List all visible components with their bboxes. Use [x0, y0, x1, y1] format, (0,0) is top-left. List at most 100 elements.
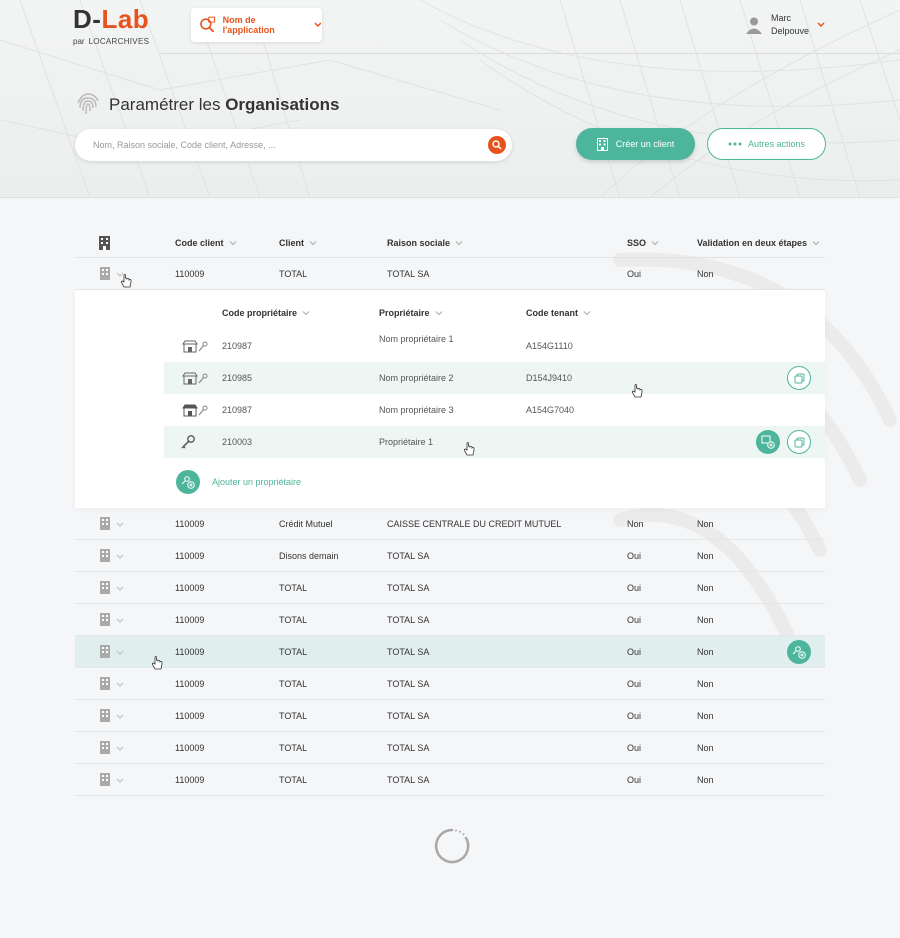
expand-chevron-icon[interactable]	[116, 586, 124, 592]
expand-chevron-icon[interactable]	[116, 682, 124, 688]
cell-raison: TOTAL SA	[387, 742, 430, 753]
sort-chevron-icon	[302, 311, 310, 316]
cell-validation: Non	[697, 774, 714, 785]
cell-client: TOTAL	[279, 678, 308, 689]
cell-client: TOTAL	[279, 614, 308, 625]
owner-code: 210987	[222, 405, 253, 415]
table-row[interactable]: 110009 TOTAL TOTAL SA Oui Non	[75, 636, 825, 670]
cell-sso: Oui	[627, 774, 642, 785]
cell-sso: Oui	[627, 582, 642, 593]
duplicate-button[interactable]	[787, 366, 811, 390]
fingerprint-icon	[77, 93, 99, 115]
building-icon	[596, 137, 608, 151]
user-menu[interactable]: Marc Delpouve	[745, 12, 825, 38]
owner-row[interactable]: 210987 Nom propriétaire 1 A154G1110	[164, 330, 825, 362]
expand-chevron-icon[interactable]	[116, 746, 124, 752]
add-store-button[interactable]	[756, 430, 780, 454]
copy-icon	[794, 437, 804, 447]
building-icon	[100, 773, 110, 786]
search-input[interactable]	[93, 140, 488, 150]
table-row[interactable]: 110009 TOTAL TOTAL SA Oui Non	[75, 732, 825, 764]
search-bar[interactable]	[75, 129, 512, 161]
header-validation-label: Validation en deux étapes	[697, 237, 808, 248]
user-last-name: Delpouve	[771, 26, 810, 36]
app-selector[interactable]: Nom de l'application	[191, 8, 322, 42]
search-button[interactable]	[488, 136, 506, 154]
header-sso-label: SSO	[627, 237, 647, 248]
other-actions-label: Autres actions	[747, 139, 806, 149]
cell-code: 110009	[175, 742, 205, 753]
more-dots-icon	[728, 142, 742, 146]
expand-chevron-icon[interactable]	[116, 618, 124, 624]
cell-sso: Oui	[627, 614, 642, 625]
cell-raison: TOTAL SA	[387, 268, 430, 279]
cell-code: 110009	[175, 646, 205, 657]
sub-header-code-tenant[interactable]: Code tenant	[526, 308, 591, 318]
page-title: Paramétrer les Organisations	[75, 92, 340, 118]
cell-client: TOTAL	[279, 268, 308, 279]
cell-raison: TOTAL SA	[387, 774, 430, 785]
expand-chevron-icon[interactable]	[116, 554, 124, 560]
cell-sso: Oui	[627, 678, 642, 689]
sort-chevron-icon	[229, 240, 236, 245]
building-icon	[100, 709, 110, 722]
key-add-icon	[792, 646, 806, 659]
app-search-icon	[200, 16, 216, 33]
cell-validation: Non	[697, 518, 714, 529]
owner-row[interactable]: 210003 Propriétaire 1	[164, 426, 825, 458]
table-row[interactable]: 110009 TOTAL TOTAL SA Oui Non	[75, 604, 825, 636]
table-row-expanded[interactable]: 110009 TOTAL TOTAL SA Oui Non	[75, 258, 825, 290]
create-client-button[interactable]: Créer un client	[576, 128, 695, 160]
table-row[interactable]: 110009 TOTAL TOTAL SA Oui Non	[75, 700, 825, 732]
building-icon	[100, 677, 110, 690]
owner-row[interactable]: 210985 Nom propriétaire 2 D154J9410	[164, 362, 825, 398]
header-code-client[interactable]: Code client	[175, 228, 237, 257]
cell-client: TOTAL	[279, 710, 308, 721]
cell-sso: Non	[627, 518, 644, 529]
header-validation[interactable]: Validation en deux étapes	[697, 228, 820, 257]
table-row[interactable]: 110009 TOTAL TOTAL SA Oui Non	[75, 668, 825, 700]
sub-header-code-proprietaire[interactable]: Code propriétaire	[222, 308, 310, 318]
store-key-icon	[182, 404, 208, 417]
header-raison-sociale[interactable]: Raison sociale	[387, 228, 463, 257]
cell-client: TOTAL	[279, 774, 308, 785]
cell-client: TOTAL	[279, 582, 308, 593]
logo-lab: Lab	[101, 4, 150, 34]
other-actions-button[interactable]: Autres actions	[707, 128, 826, 160]
cell-validation: Non	[697, 742, 714, 753]
owner-row[interactable]: 210987 Nom propriétaire 3 A154G7040	[164, 394, 825, 426]
header-sso[interactable]: SSO	[627, 228, 659, 257]
cell-code: 110009	[175, 268, 205, 279]
owner-name: Propriétaire 1	[379, 437, 434, 447]
table-row[interactable]: 110009 TOTAL TOTAL SA Oui Non	[75, 572, 825, 604]
header-code-client-label: Code client	[175, 237, 224, 248]
sub-header-tenant-label: Code tenant	[526, 308, 579, 318]
sort-chevron-icon	[435, 311, 442, 316]
dlab-logo[interactable]: D-Lab par LOCARCHIVES	[73, 4, 149, 46]
table-row[interactable]: 110009 TOTAL TOTAL SA Oui Non	[75, 764, 825, 796]
search-icon	[492, 140, 502, 150]
expand-chevron-icon[interactable]	[116, 778, 124, 784]
add-owner-row-button[interactable]	[787, 640, 811, 664]
sort-chevron-icon	[583, 311, 591, 316]
header-client[interactable]: Client	[279, 228, 317, 257]
store-key-icon	[182, 372, 208, 385]
cell-validation: Non	[697, 646, 714, 657]
key-add-icon	[181, 476, 195, 489]
cell-validation: Non	[697, 550, 714, 561]
expand-chevron-icon[interactable]	[116, 522, 124, 528]
sub-header-proprietaire[interactable]: Propriétaire	[379, 308, 443, 318]
table-header-row: Code client Client Raison sociale SSO Va…	[75, 228, 825, 258]
expand-chevron-icon[interactable]	[116, 650, 124, 656]
duplicate-button[interactable]	[787, 430, 811, 454]
building-icon	[100, 741, 110, 754]
table-row[interactable]: 110009 Crédit Mutuel CAISSE CENTRALE DU CR…	[75, 508, 825, 540]
building-icon	[100, 581, 110, 594]
add-owner-button[interactable]: Ajouter un propriétaire	[176, 470, 301, 494]
user-avatar-icon	[745, 16, 763, 34]
chevron-down-icon	[314, 22, 322, 28]
table-row[interactable]: 110009 Disons demain TOTAL SA Oui Non	[75, 540, 825, 572]
header-raison-label: Raison sociale	[387, 237, 451, 248]
expand-chevron-icon[interactable]	[116, 714, 124, 720]
cell-raison: TOTAL SA	[387, 550, 430, 561]
